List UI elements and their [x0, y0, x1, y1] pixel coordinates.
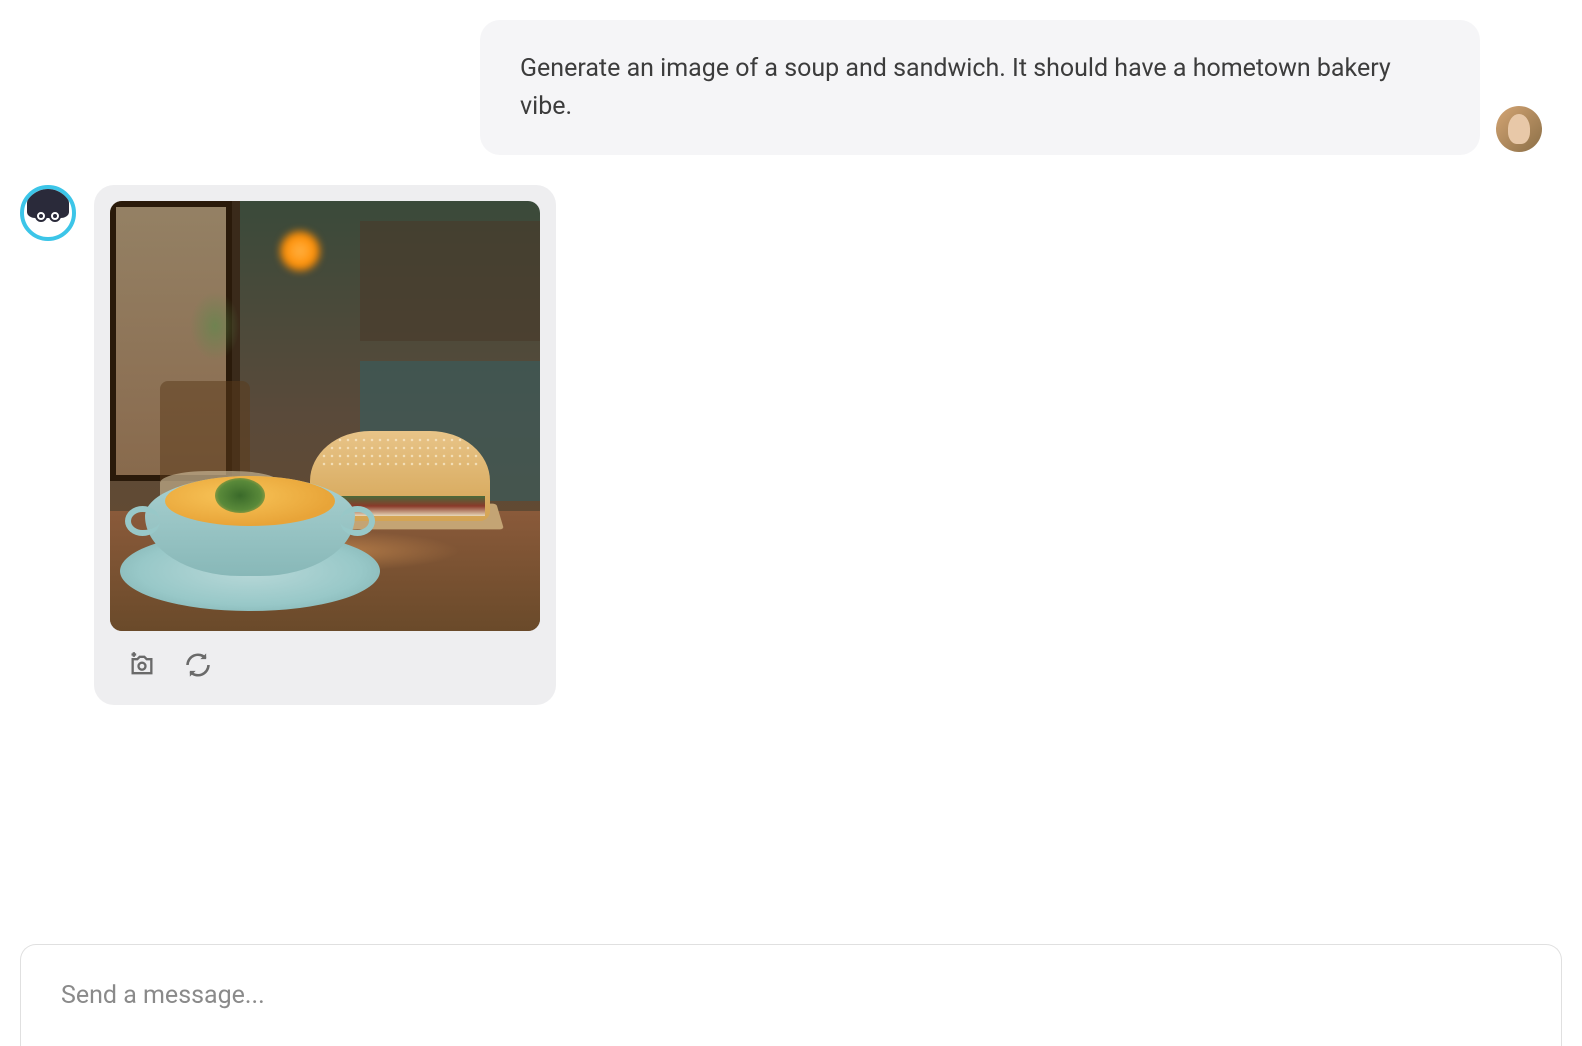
message-input-container	[20, 944, 1562, 1046]
user-message-row: Generate an image of a soup and sandwich…	[20, 20, 1562, 155]
user-message-bubble: Generate an image of a soup and sandwich…	[480, 20, 1480, 155]
generated-image[interactable]	[110, 201, 540, 631]
chat-container: Generate an image of a soup and sandwich…	[0, 0, 1582, 1046]
card-actions	[110, 645, 540, 689]
user-message-text: Generate an image of a soup and sandwich…	[520, 50, 1440, 125]
ai-message-row	[20, 185, 1562, 705]
ai-avatar[interactable]	[20, 185, 76, 241]
ai-avatar-face-icon	[25, 190, 71, 236]
regenerate-icon[interactable]	[182, 649, 214, 681]
message-input[interactable]	[61, 981, 1521, 1010]
ai-image-card	[94, 185, 556, 705]
add-image-icon[interactable]	[126, 649, 158, 681]
user-avatar[interactable]	[1496, 106, 1542, 152]
